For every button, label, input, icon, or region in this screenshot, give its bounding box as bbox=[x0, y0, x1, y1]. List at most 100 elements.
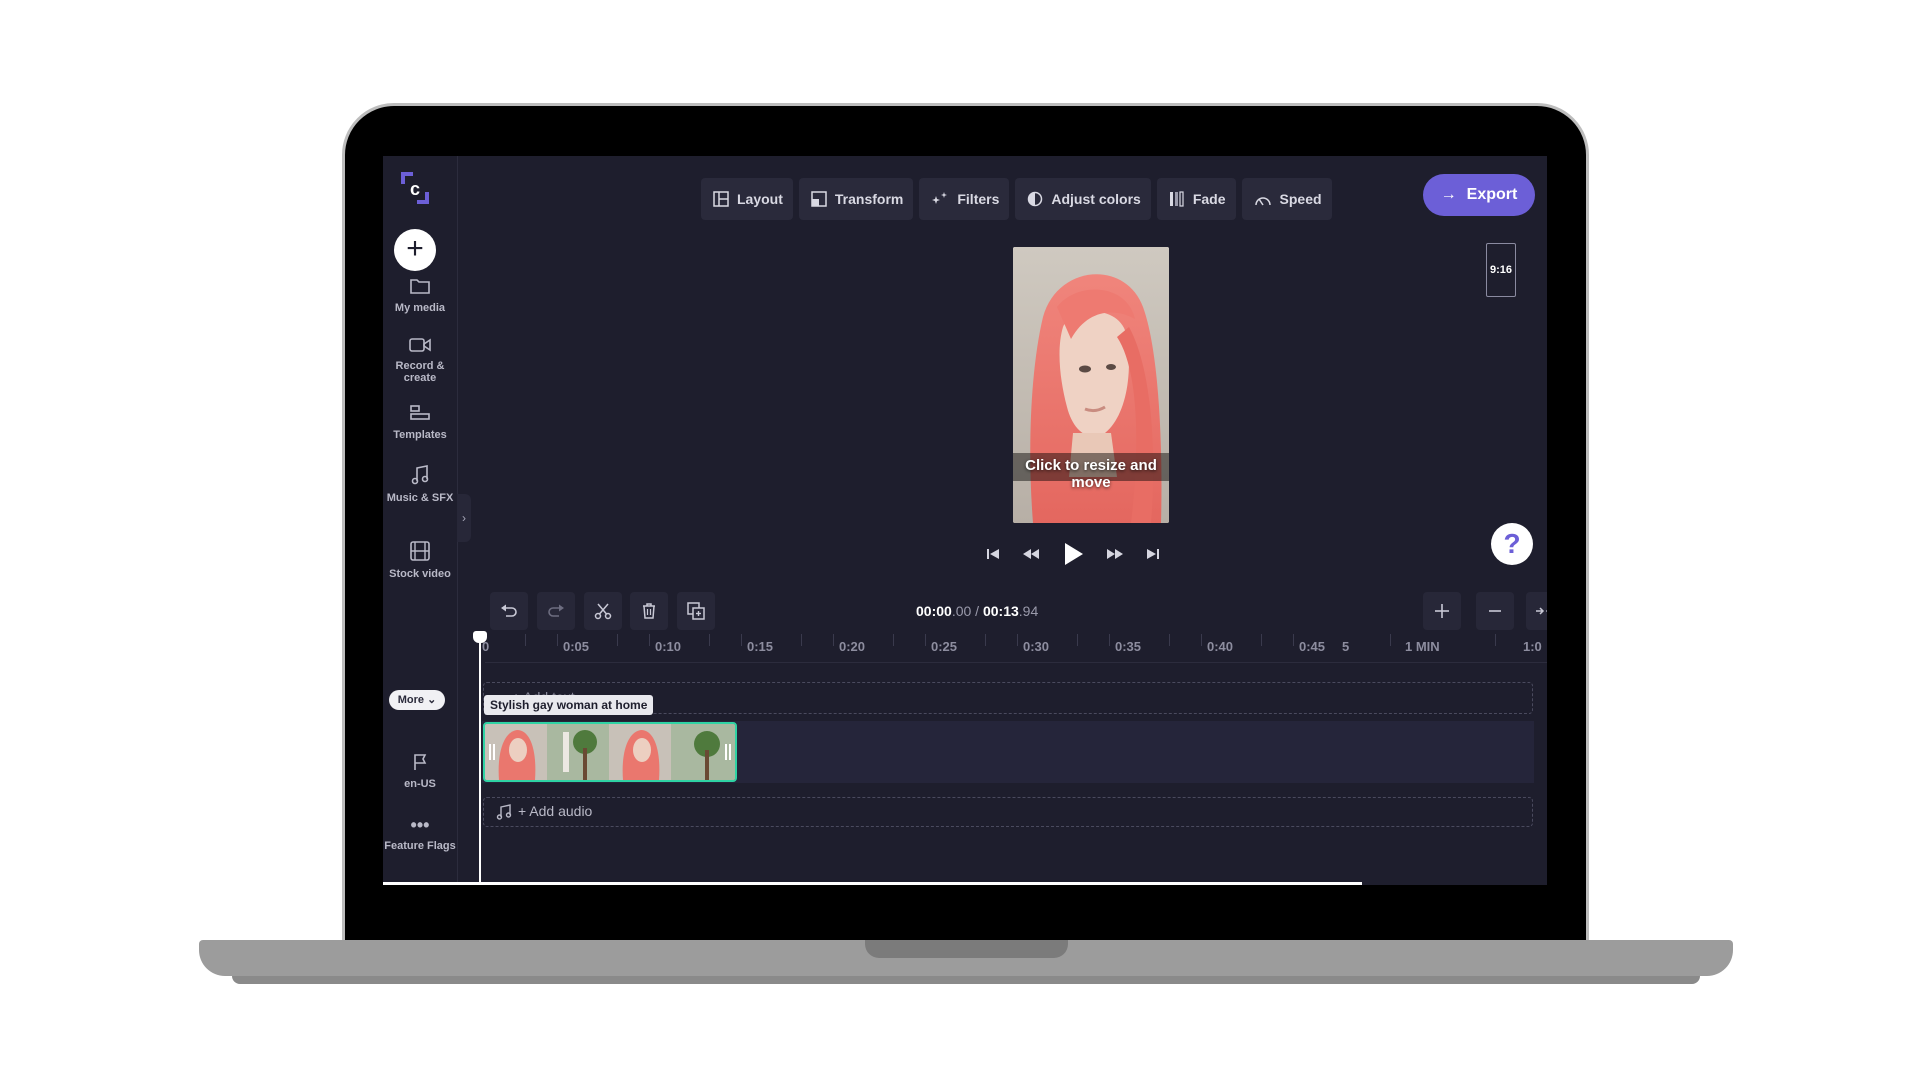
ruler-tick bbox=[1495, 634, 1496, 646]
templates-icon bbox=[410, 405, 430, 420]
export-button[interactable]: → Export bbox=[1423, 174, 1535, 216]
total-time: 00:13 bbox=[982, 603, 1019, 619]
add-button[interactable]: + bbox=[394, 229, 436, 271]
ruler-label: 0:35 bbox=[1115, 639, 1142, 654]
sidebar-item-label: en-US bbox=[404, 778, 436, 790]
total-time-frac: .94 bbox=[1018, 603, 1039, 619]
ruler-tick bbox=[741, 634, 742, 646]
ruler-label: 1:0 bbox=[1523, 639, 1542, 654]
ruler-tick bbox=[649, 634, 650, 646]
rewind-icon[interactable] bbox=[1022, 547, 1040, 561]
film-icon bbox=[410, 541, 430, 561]
flag-icon bbox=[414, 754, 427, 770]
sidebar-item-music-sfx[interactable]: Music & SFX bbox=[383, 464, 457, 504]
transform-icon bbox=[811, 191, 827, 207]
export-label: Export bbox=[1466, 186, 1518, 203]
filters-button[interactable]: Filters bbox=[919, 178, 1010, 220]
undo-button[interactable] bbox=[490, 592, 528, 630]
ruler-tick bbox=[893, 634, 894, 646]
audio-track[interactable]: + Add audio bbox=[483, 797, 1533, 827]
ruler-tick bbox=[1017, 634, 1018, 646]
play-icon[interactable] bbox=[1062, 542, 1084, 566]
ruler-label: 0:10 bbox=[655, 639, 682, 654]
speed-button[interactable]: Speed bbox=[1241, 178, 1332, 220]
editor-screen: c + My media Record & create Templates M… bbox=[383, 156, 1547, 885]
fit-timeline-button[interactable] bbox=[1526, 592, 1547, 630]
sidebar-item-stock-video[interactable]: Stock video bbox=[383, 540, 457, 580]
more-button[interactable]: More ⌄ bbox=[389, 690, 445, 710]
sidebar-item-locale[interactable]: en-US bbox=[383, 752, 457, 790]
add-audio-placeholder: + Add audio bbox=[518, 803, 593, 819]
ruler-label: 5 bbox=[1342, 639, 1350, 654]
ruler-label: 1 MIN bbox=[1405, 639, 1440, 654]
fast-forward-icon[interactable] bbox=[1106, 547, 1124, 561]
playhead-line bbox=[479, 636, 481, 885]
sparkle-icon bbox=[932, 192, 948, 204]
video-preview[interactable]: Click to resize and move bbox=[1013, 247, 1169, 523]
layout-button[interactable]: Layout bbox=[701, 178, 793, 220]
folder-icon bbox=[410, 279, 430, 294]
ruler-label: 0:40 bbox=[1207, 639, 1234, 654]
sidebar-item-label: Music & SFX bbox=[386, 492, 454, 504]
layout-icon bbox=[713, 191, 729, 207]
playhead-handle[interactable] bbox=[473, 631, 487, 643]
camera-icon bbox=[409, 338, 431, 352]
time-separator: / bbox=[971, 603, 983, 619]
sidebar-item-my-media[interactable]: My media bbox=[383, 276, 457, 314]
split-button[interactable] bbox=[584, 592, 622, 630]
adjust-colors-button[interactable]: Adjust colors bbox=[1015, 178, 1151, 220]
aspect-ratio-button[interactable]: 9:16 bbox=[1486, 243, 1516, 297]
minus-icon bbox=[1489, 610, 1501, 612]
ruler-tick bbox=[801, 634, 802, 646]
scissors-icon bbox=[594, 603, 612, 620]
current-time: 00:00 bbox=[916, 603, 952, 619]
undo-icon bbox=[501, 604, 517, 617]
ruler-tick bbox=[525, 634, 526, 646]
sidebar-item-label: Feature Flags bbox=[384, 840, 456, 852]
clip-thumbnails bbox=[485, 724, 735, 780]
layout-label: Layout bbox=[737, 191, 783, 207]
sidebar-expand-handle[interactable]: › bbox=[457, 494, 471, 542]
delete-button[interactable] bbox=[630, 592, 668, 630]
video-clip[interactable] bbox=[483, 722, 737, 782]
duplicate-button[interactable] bbox=[677, 592, 715, 630]
player-controls bbox=[986, 542, 1160, 566]
zoom-out-button[interactable] bbox=[1476, 592, 1514, 630]
redo-icon bbox=[548, 604, 564, 617]
color-wheel-icon bbox=[1028, 191, 1043, 207]
ruler-tick bbox=[1169, 634, 1170, 646]
ruler-tick bbox=[833, 634, 834, 646]
sidebar-item-label: Record & create bbox=[395, 360, 445, 384]
collapse-arrows-icon bbox=[1536, 607, 1547, 615]
edit-toolbar: Layout Transform Filters Adjust colors F… bbox=[701, 178, 1332, 220]
chevron-down-icon: ⌄ bbox=[427, 694, 437, 706]
timecode: 00:00.00 / 00:13.94 bbox=[916, 603, 1038, 619]
fade-label: Fade bbox=[1192, 191, 1226, 207]
ruler-tick bbox=[1109, 634, 1110, 646]
plus-icon bbox=[1435, 604, 1449, 618]
skip-to-start-icon[interactable] bbox=[986, 547, 1000, 561]
redo-button[interactable] bbox=[537, 592, 575, 630]
arrow-right-icon: → bbox=[1440, 186, 1457, 203]
zoom-in-button[interactable] bbox=[1423, 592, 1461, 630]
music-icon bbox=[411, 465, 429, 485]
ruler-tick bbox=[709, 634, 710, 646]
ruler-label: 0:45 bbox=[1299, 639, 1326, 654]
skip-to-end-icon[interactable] bbox=[1146, 547, 1160, 561]
clip-name-label: Stylish gay woman at home bbox=[484, 695, 654, 715]
ruler-label: 0:25 bbox=[931, 639, 958, 654]
timeline-toolbar: 00:00.00 / 00:13.94 bbox=[460, 591, 1547, 633]
app-logo-icon[interactable]: c bbox=[395, 168, 435, 208]
help-button[interactable]: ? bbox=[1491, 523, 1533, 565]
duplicate-icon bbox=[687, 602, 705, 620]
transform-button[interactable]: Transform bbox=[798, 178, 914, 220]
ruler-label: 0:05 bbox=[563, 639, 590, 654]
speedometer-icon bbox=[1254, 197, 1271, 206]
sidebar-item-templates[interactable]: Templates bbox=[383, 403, 457, 441]
timeline-ruler[interactable]: 0 0:05 0:10 0:15 0:20 0:25 0:30 0:35 0:4… bbox=[482, 632, 1547, 663]
ruler-label: 0:30 bbox=[1023, 639, 1050, 654]
fade-button[interactable]: Fade bbox=[1156, 178, 1236, 220]
sidebar-item-feature-flags[interactable]: ••• Feature Flags bbox=[383, 816, 457, 852]
sidebar-item-record-create[interactable]: Record & create bbox=[383, 336, 457, 384]
laptop-notch bbox=[865, 940, 1068, 958]
